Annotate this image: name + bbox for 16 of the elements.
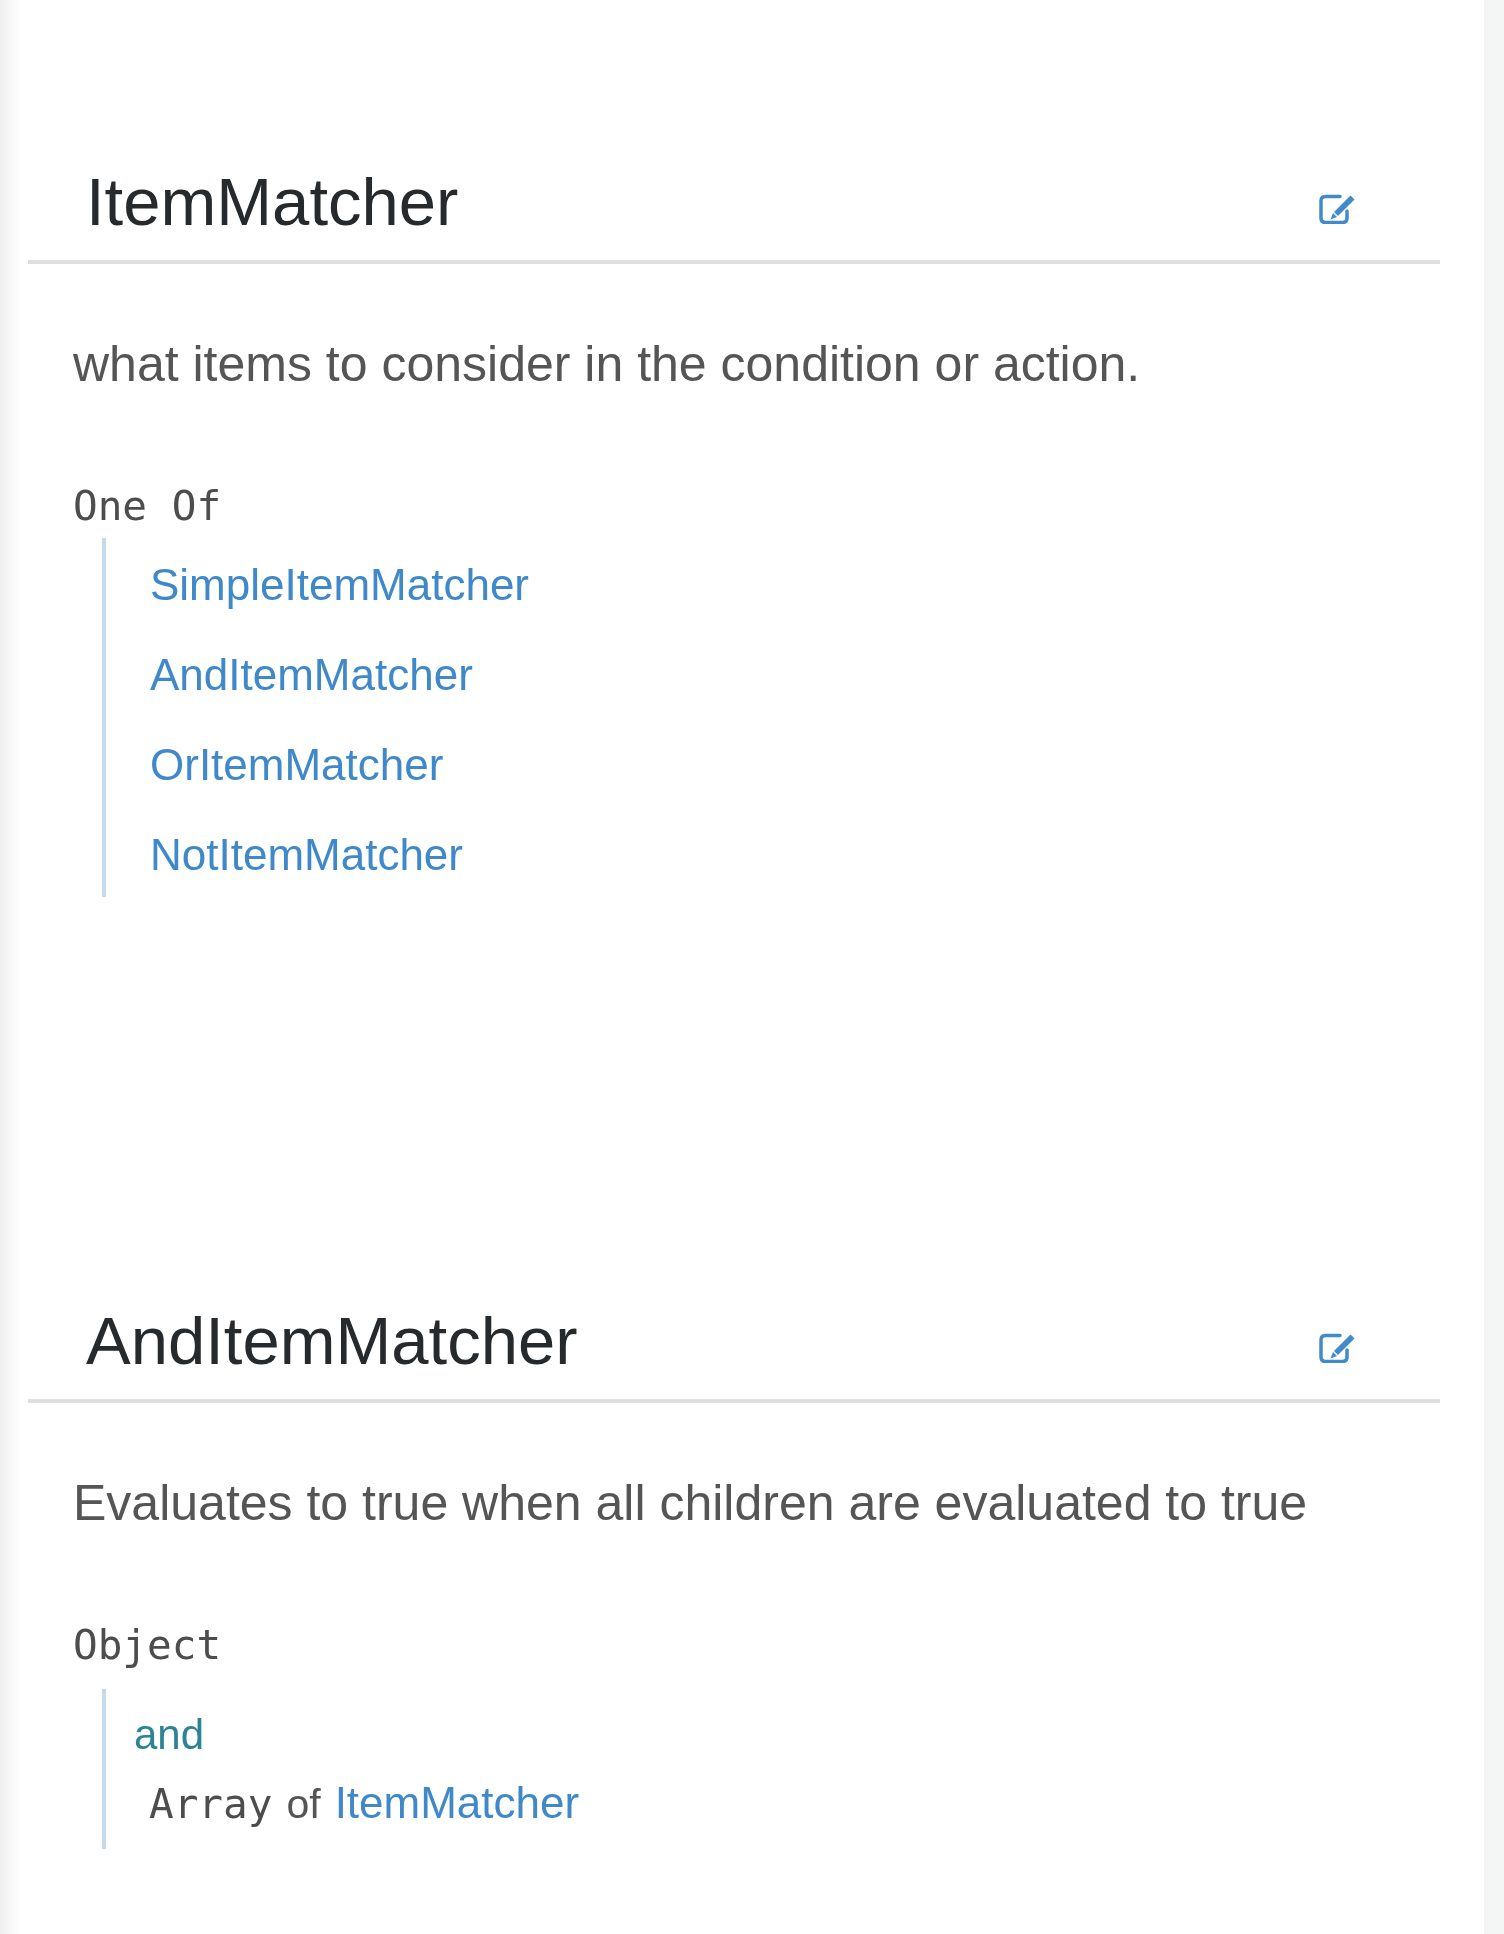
property-name: and xyxy=(134,1710,205,1760)
type-label: One Of xyxy=(73,481,222,531)
property-type: Array xyxy=(149,1779,273,1830)
section-description: what items to consider in the condition or action. xyxy=(73,335,1141,394)
edit-icon[interactable] xyxy=(1319,194,1356,224)
option-link[interactable]: OrItemMatcher xyxy=(150,738,444,791)
section-title: ItemMatcher xyxy=(86,163,459,241)
section-title: AndItemMatcher xyxy=(86,1302,578,1380)
type-link[interactable]: ItemMatcher xyxy=(334,1776,580,1829)
option-link[interactable]: NotItemMatcher xyxy=(150,828,463,881)
option-link[interactable]: SimpleItemMatcher xyxy=(150,558,529,611)
edit-icon[interactable] xyxy=(1319,1333,1356,1363)
type-label: Object xyxy=(73,1620,222,1670)
section-description: Evaluates to true when all children are evaluated to true xyxy=(73,1474,1308,1533)
option-link[interactable]: AndItemMatcher xyxy=(150,648,473,701)
type-connector: of xyxy=(286,1780,321,1829)
